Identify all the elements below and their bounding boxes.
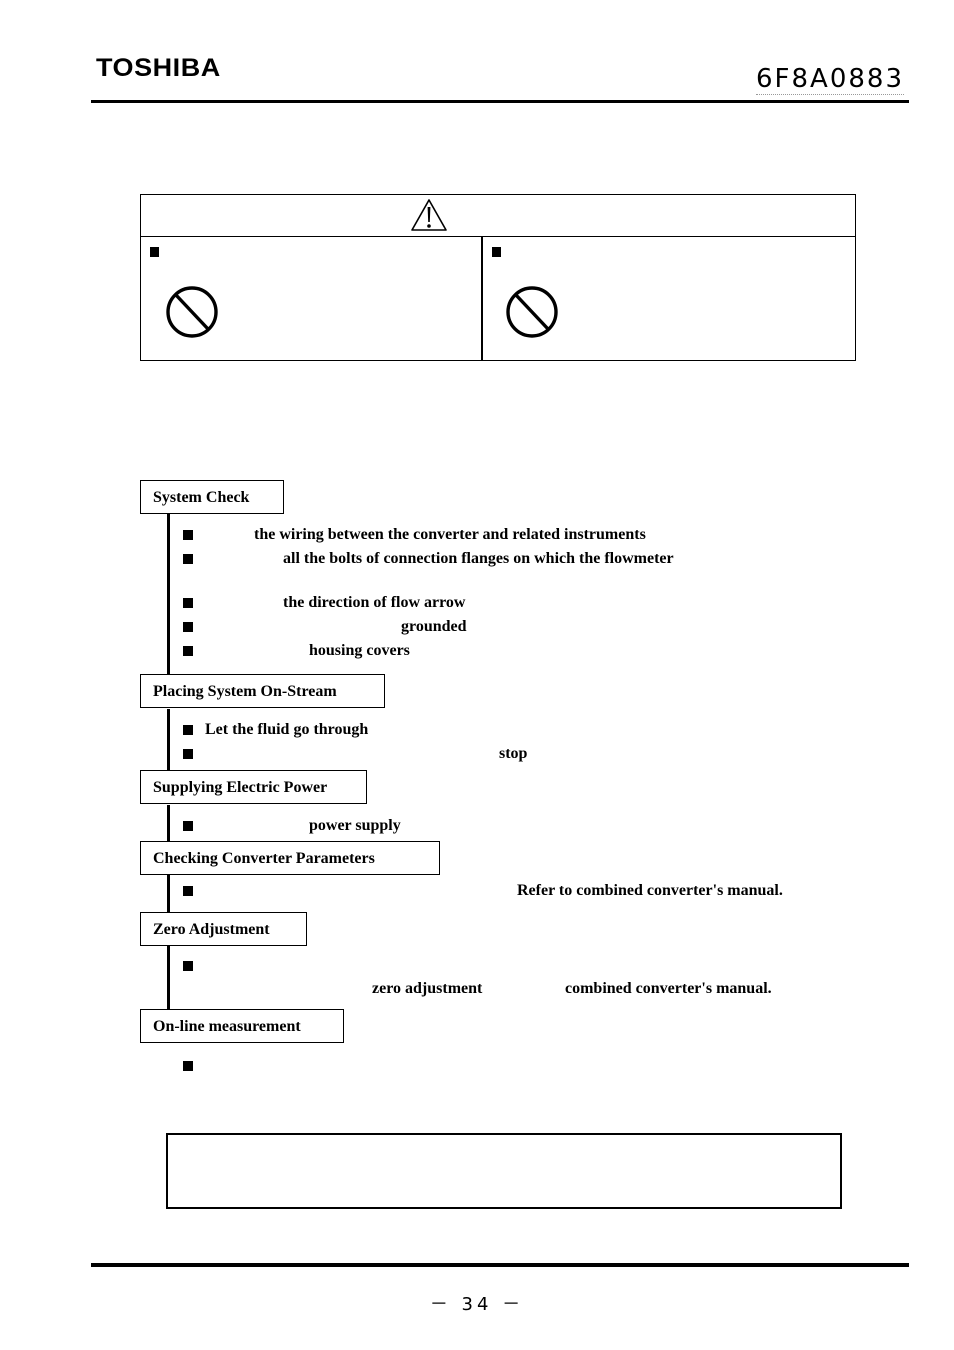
toshiba-logo: TOSHIBA	[96, 54, 221, 82]
step-item: Refer to combined converter's manual.	[517, 882, 783, 899]
bullet-square-icon	[183, 530, 193, 540]
bullet-square-icon	[492, 247, 501, 257]
bullet-square-icon	[183, 554, 193, 564]
bullet-square-icon	[183, 598, 193, 608]
note-box	[166, 1133, 842, 1209]
step-item: the direction of flow arrow	[283, 594, 466, 611]
footer-rule	[91, 1263, 909, 1267]
flow-connector	[167, 709, 170, 771]
flow-connector	[167, 514, 170, 676]
step-checking-parameters: Checking Converter Parameters	[140, 841, 440, 875]
step-item: the wiring between the converter and rel…	[254, 526, 646, 543]
flow-connector	[167, 805, 170, 842]
bullet-square-icon	[183, 725, 193, 735]
bullet-square-icon	[183, 886, 193, 896]
step-item: zero adjustment	[372, 980, 483, 997]
caution-cell-left	[141, 237, 483, 360]
step-placing-on-stream: Placing System On-Stream	[140, 674, 385, 708]
step-item: all the bolts of connection flanges on w…	[283, 550, 674, 567]
bullet-square-icon	[183, 646, 193, 656]
page-number: － 34 －	[429, 1294, 525, 1315]
step-zero-adjustment: Zero Adjustment	[140, 912, 307, 946]
prohibition-icon	[506, 286, 558, 338]
bullet-square-icon	[183, 622, 193, 632]
prohibition-icon	[166, 286, 218, 338]
step-system-check: System Check	[140, 480, 284, 514]
caution-table	[140, 194, 856, 361]
step-item: stop	[499, 745, 528, 762]
bullet-square-icon	[183, 749, 193, 759]
bullet-square-icon	[183, 821, 193, 831]
bullet-square-icon	[183, 1061, 193, 1071]
step-item: grounded	[401, 618, 467, 635]
document-number: 6F8A0883	[756, 64, 904, 95]
bullet-square-icon	[150, 247, 159, 257]
caution-cell-right	[483, 237, 855, 360]
step-item: Let the fluid go through	[205, 721, 369, 738]
warning-triangle-icon	[411, 199, 447, 231]
flow-connector	[167, 875, 170, 913]
step-item: housing covers	[309, 642, 410, 659]
caution-header	[141, 195, 855, 237]
header-rule	[91, 100, 909, 103]
step-item: combined converter's manual.	[565, 980, 772, 997]
bullet-square-icon	[183, 961, 193, 971]
step-item: power supply	[309, 817, 401, 834]
step-supplying-power: Supplying Electric Power	[140, 770, 367, 804]
flow-connector	[167, 943, 170, 1010]
step-online-measurement: On-line measurement	[140, 1009, 344, 1043]
